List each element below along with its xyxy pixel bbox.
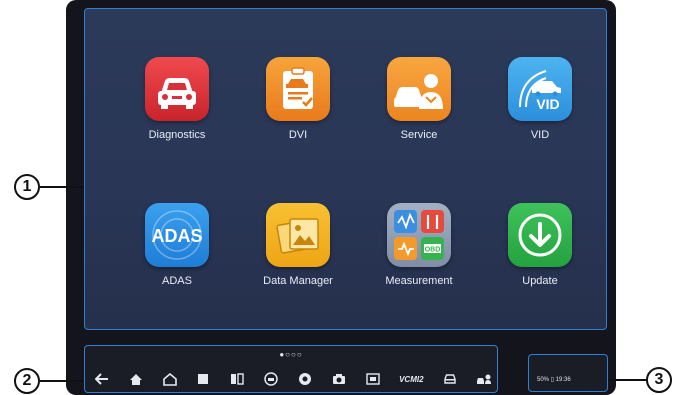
app-label: VID	[530, 129, 550, 141]
callout-2-leader	[40, 380, 84, 382]
home-icon[interactable]	[127, 371, 145, 387]
clipboard-car-icon	[266, 57, 330, 121]
app-label: Diagnostics	[148, 129, 206, 141]
app-update[interactable]: Update	[485, 203, 595, 287]
camera-icon[interactable]	[330, 371, 348, 387]
measurement-tools-icon: OBD	[387, 203, 451, 267]
navigation-bar: ●○○○ VCMI2	[84, 345, 498, 393]
vcmi-icon[interactable]: VCMI2	[397, 371, 425, 387]
vcmi-label: VCMI2	[399, 374, 424, 384]
app-service[interactable]: Service	[364, 57, 474, 141]
car-icon[interactable]	[441, 371, 459, 387]
app-label: Update	[522, 275, 558, 287]
app-display-area: Diagnostics DVI Service VID VID ADAS ADA…	[84, 8, 607, 330]
page-indicator: ●○○○	[279, 350, 303, 359]
vid-car-icon: VID	[508, 57, 572, 121]
adas-text: ADAS	[151, 226, 202, 246]
mechanic-icon	[387, 57, 451, 121]
car-front-icon	[145, 57, 209, 121]
browser-icon[interactable]	[296, 371, 314, 387]
split-screen-icon[interactable]	[228, 371, 246, 387]
app-diagnostics[interactable]: Diagnostics	[122, 57, 232, 141]
screen-mirror-icon[interactable]	[364, 371, 382, 387]
download-arrow-icon	[508, 203, 572, 267]
status-bar: 50% ▯ 19:36	[528, 354, 608, 392]
callout-1: 1	[14, 174, 40, 200]
mechanic-settings-icon[interactable]	[475, 371, 493, 387]
app-dvi[interactable]: DVI	[243, 57, 353, 141]
app-label: ADAS	[162, 275, 192, 287]
vehicle-icon[interactable]	[262, 371, 280, 387]
adas-icon: ADAS	[145, 203, 209, 267]
photo-folder-icon	[266, 203, 330, 267]
app-data-manager[interactable]: Data Manager	[243, 203, 353, 287]
house-icon[interactable]	[161, 371, 179, 387]
app-label: Measurement	[385, 275, 453, 287]
status-text: 50% ▯ 19:36	[537, 377, 571, 383]
app-label: Service	[400, 129, 438, 141]
back-icon[interactable]	[93, 371, 111, 387]
recent-apps-icon[interactable]	[194, 371, 212, 387]
vid-text: VID	[536, 96, 559, 112]
app-measurement[interactable]: OBD Measurement	[364, 203, 474, 287]
callout-3: 3	[646, 367, 672, 393]
callout-1-leader	[40, 186, 84, 188]
callout-2: 2	[14, 368, 40, 394]
callout-3-leader	[608, 379, 646, 381]
app-label: DVI	[288, 129, 308, 141]
app-adas[interactable]: ADAS ADAS	[122, 203, 232, 287]
app-label: Data Manager	[263, 275, 333, 287]
app-vid[interactable]: VID VID	[485, 57, 595, 141]
obd-text: OBD	[425, 247, 441, 254]
